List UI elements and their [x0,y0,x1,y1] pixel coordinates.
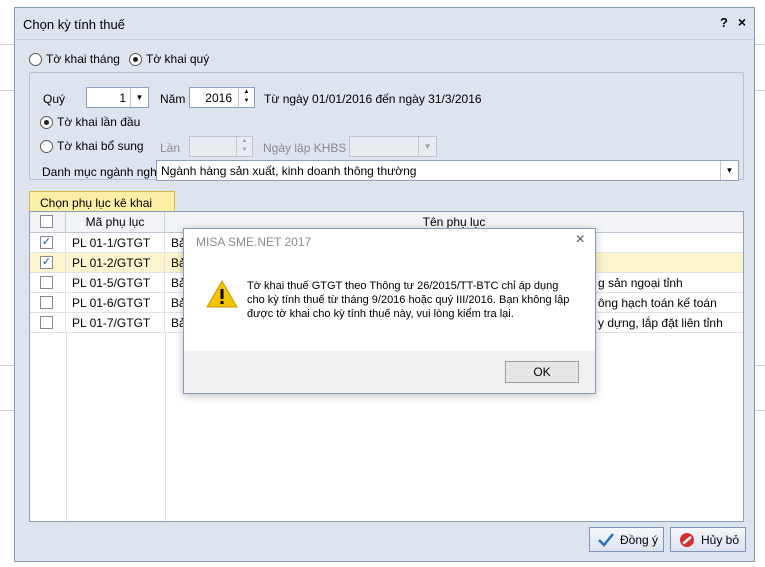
period-group: Quý 1 ▼ Năm 2016 ▲ ▼ Từ ngày 01/01/2016 đ… [29,72,744,181]
times-spinner: ▲ ▼ [189,136,253,157]
row-checkbox[interactable]: ✓ [40,256,53,269]
row-checkbox[interactable] [40,316,53,329]
cancel-button[interactable]: Hủy bỏ [670,527,746,552]
row-code: PL 01-5/GTGT [66,273,165,293]
chevron-down-icon[interactable]: ▼ [720,161,738,180]
khbs-date-label: Ngày lập KHBS [263,141,347,155]
quarter-combo[interactable]: 1 ▼ [86,87,149,108]
khbs-date-combo: ▼ [349,136,437,157]
row-checkbox[interactable] [40,296,53,309]
times-label: Lần [160,141,181,155]
radio-quarterly[interactable]: Tờ khai quý [129,52,209,66]
industry-combo[interactable]: Ngành hàng sản xuất, kinh doanh thông th… [156,160,739,181]
radio-first-declaration[interactable]: Tờ khai lần đầu [40,115,140,129]
radio-monthly-label: Tờ khai tháng [46,52,120,66]
quarter-label: Quý [43,92,66,106]
year-label: Năm [160,92,186,106]
radio-first-dot[interactable] [40,115,53,129]
spinner-arrows-icon: ▲ ▼ [236,137,252,156]
message-box-title: MISA SME.NET 2017 [196,235,312,249]
radio-supplement-dot[interactable] [40,139,53,153]
period-range: Từ ngày 01/01/2016 đến ngày 31/3/2016 [264,92,482,106]
select-all-checkbox[interactable] [40,215,53,228]
message-box: MISA SME.NET 2017 × Tờ khai thuế GTGT th… [183,228,596,394]
radio-monthly-dot[interactable] [29,52,42,66]
agree-button-label: Đồng ý [620,532,659,547]
warning-icon [206,279,238,308]
message-text: Tờ khai thuế GTGT theo Thông tư 26/2015/… [247,280,570,320]
tab-appendix[interactable]: Chọn phụ lục kê khai [29,191,175,213]
chevron-down-icon: ▼ [418,137,436,156]
help-icon[interactable]: ? [720,15,728,30]
row-name-tail: ông hạch toán kế toán [598,296,717,310]
ok-button[interactable]: OK [505,361,579,383]
close-icon[interactable]: × [576,231,585,249]
row-code: PL 01-7/GTGT [66,313,165,333]
radio-quarterly-label: Tờ khai quý [146,52,210,66]
dialog-title: Chọn kỳ tính thuế [23,17,125,32]
radio-monthly[interactable]: Tờ khai tháng [29,52,120,66]
row-code: PL 01-6/GTGT [66,293,165,313]
header-check-cell [30,212,66,233]
industry-label: Danh mục ngành nghề [42,165,164,179]
spinner-arrows-icon[interactable]: ▲ ▼ [238,88,254,107]
quarter-value: 1 [119,91,126,105]
header-code: Mã phụ lục [66,212,165,233]
row-code: PL 01-1/GTGT [66,233,165,253]
row-name-tail: y dựng, lắp đặt liên tỉnh [598,316,723,330]
agree-button[interactable]: Đồng ý [589,527,664,552]
row-code: PL 01-2/GTGT [66,253,165,273]
check-icon [598,532,614,547]
cancel-button-label: Hủy bỏ [701,532,740,547]
dialog-title-bar: Chọn kỳ tính thuế ? × [15,8,754,40]
chevron-down-icon[interactable]: ▼ [130,88,148,107]
message-footer: OK [184,351,595,393]
year-value: 2016 [205,91,232,105]
row-checkbox[interactable]: ✓ [40,236,53,249]
radio-first-label: Tờ khai lần đầu [57,115,141,129]
row-name-tail: g sản ngoại tỉnh [598,276,683,290]
radio-supplement-declaration[interactable]: Tờ khai bổ sung [40,139,144,153]
row-checkbox[interactable] [40,276,53,289]
radio-quarterly-dot[interactable] [129,52,142,66]
cancel-icon [680,532,694,547]
year-spinner[interactable]: 2016 ▲ ▼ [189,87,255,108]
close-icon[interactable]: × [738,14,746,30]
industry-value: Ngành hàng sản xuất, kinh doanh thông th… [161,164,417,178]
radio-supplement-label: Tờ khai bổ sung [57,139,144,153]
